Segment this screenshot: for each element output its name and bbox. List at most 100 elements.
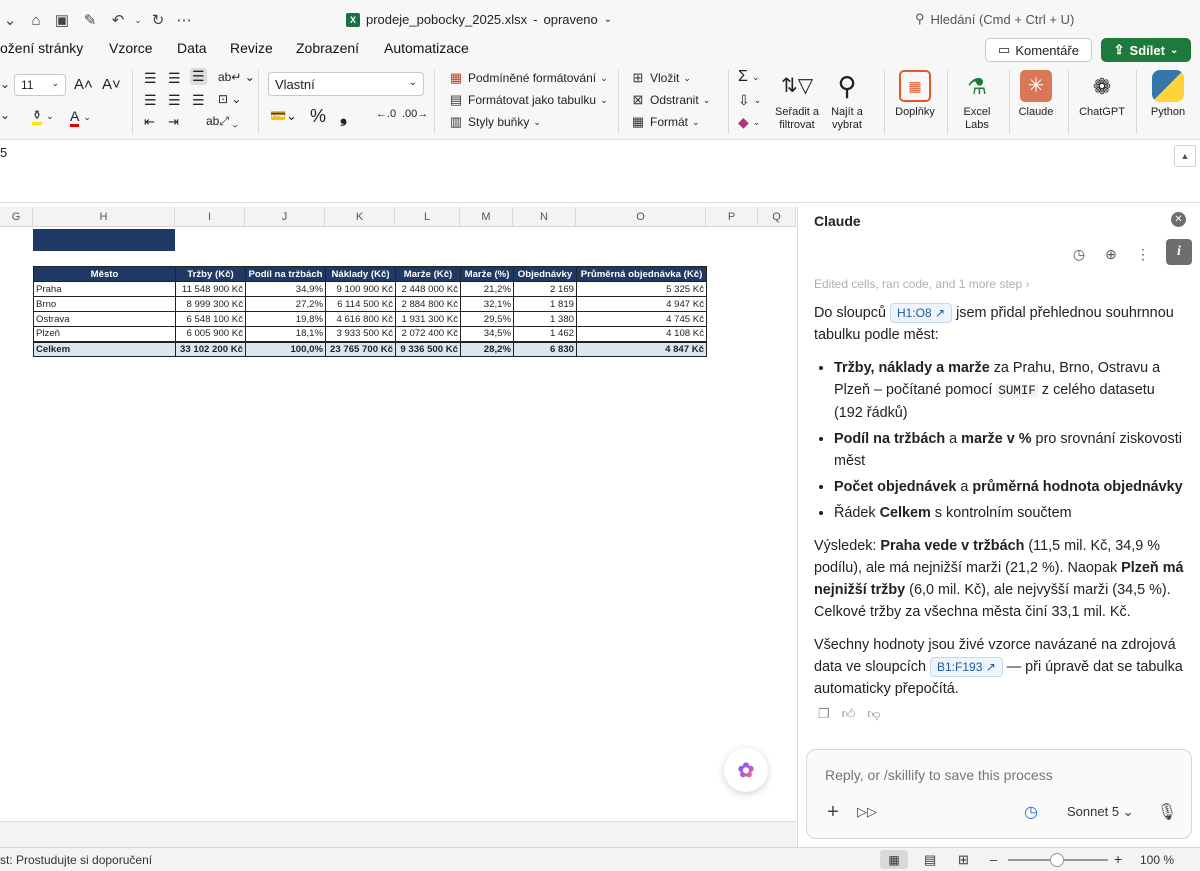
page-break-view-icon[interactable]: ⊞ xyxy=(958,852,969,868)
thumbs-up-icon[interactable]: 👍︎ xyxy=(842,706,856,722)
table-cell[interactable]: 34,5% xyxy=(460,326,514,342)
model-selector[interactable]: Sonnet 5 ⌄ xyxy=(1067,804,1134,820)
copy-icon[interactable]: ❐ xyxy=(818,706,830,722)
zoom-slider-thumb[interactable] xyxy=(1050,853,1064,867)
table-cell[interactable]: 4 947 Kč xyxy=(576,296,707,312)
reply-input[interactable] xyxy=(823,766,1153,784)
table-cell[interactable]: 11 548 900 Kč xyxy=(175,281,246,297)
skip-forward-icon[interactable]: ▷▷ xyxy=(857,802,877,822)
column-header-o[interactable]: O xyxy=(576,207,706,227)
table-cell[interactable]: Celkem xyxy=(33,340,176,357)
claude-button[interactable]: ✳ Claude xyxy=(1006,70,1066,119)
table-cell[interactable]: 19,8% xyxy=(245,311,326,327)
tab-page-layout[interactable]: ožení stránky xyxy=(0,40,83,56)
format-button[interactable]: ▦ Formát ⌄ xyxy=(630,114,700,130)
table-cell[interactable]: Plzeň xyxy=(33,326,176,342)
table-cell[interactable]: 33 102 200 Kč xyxy=(175,340,246,357)
align-center-icon[interactable]: ☰ xyxy=(168,92,181,109)
clock-icon[interactable]: ◷ xyxy=(1021,802,1041,822)
zoom-in-icon[interactable]: + xyxy=(1114,851,1122,867)
table-cell[interactable]: 9 336 500 Kč xyxy=(395,340,461,357)
table-cell[interactable]: 2 448 000 Kč xyxy=(395,281,461,297)
column-header-q[interactable]: Q xyxy=(758,207,796,227)
page-layout-view-icon[interactable]: ▤ xyxy=(924,852,936,868)
add-icon[interactable]: + xyxy=(823,801,843,823)
conditional-formatting-button[interactable]: ▦ Podmíněné formátování ⌄ xyxy=(448,70,608,86)
table-cell[interactable]: 5 325 Kč xyxy=(576,281,707,297)
save-icon[interactable]: ▣ xyxy=(52,10,72,30)
insert-button[interactable]: ⊞ Vložit ⌄ xyxy=(630,70,691,86)
more-icon[interactable]: ⋯ xyxy=(174,10,194,30)
document-title[interactable]: X prodeje_pobocky_2025.xlsx - opraveno ⌄ xyxy=(346,12,612,27)
undo-icon[interactable]: ↶ xyxy=(108,10,128,30)
table-cell[interactable]: 32,1% xyxy=(460,296,514,312)
table-cell[interactable]: 6 005 900 Kč xyxy=(175,326,246,342)
chevron-down-icon[interactable]: ⌄ xyxy=(0,108,10,122)
addins-button[interactable]: ▦ Doplňky xyxy=(885,70,945,119)
table-cell[interactable]: 4 616 800 Kč xyxy=(325,311,396,327)
column-header-i[interactable]: I xyxy=(175,207,245,227)
align-left-icon[interactable]: ☰ xyxy=(144,92,157,109)
table-header-cell[interactable]: Marže (%) xyxy=(460,266,514,282)
search-box[interactable]: ⚲ Hledání (Cmd + Ctrl + U) xyxy=(915,11,1074,27)
fill-icon[interactable]: ⇩ ⌄ xyxy=(738,92,761,109)
table-header-cell[interactable]: Město xyxy=(33,266,176,282)
table-header-cell[interactable]: Náklady (Kč) xyxy=(325,266,396,282)
increase-decimal-icon[interactable]: ←.0 xyxy=(376,108,396,120)
new-chat-icon[interactable]: ⊕ xyxy=(1102,245,1120,263)
merge-cells-icon[interactable]: ⊡ ⌄ xyxy=(218,92,241,106)
table-cell[interactable]: 4 745 Kč xyxy=(576,311,707,327)
increase-font-icon[interactable]: A˄ xyxy=(74,76,93,93)
align-bottom-icon[interactable]: ☰ xyxy=(190,68,207,85)
worksheet-grid[interactable]: G H I J K L M N O P Q Město Tržby (Kč) P… xyxy=(0,207,796,821)
table-cell[interactable]: 2 884 800 Kč xyxy=(395,296,461,312)
table-cell[interactable]: 1 462 xyxy=(513,326,577,342)
table-cell[interactable]: 1 819 xyxy=(513,296,577,312)
table-cell[interactable]: 6 114 500 Kč xyxy=(325,296,396,312)
microphone-icon[interactable]: 🎙︎ xyxy=(1157,802,1177,822)
table-cell[interactable]: 2 169 xyxy=(513,281,577,297)
table-header-cell[interactable]: Tržby (Kč) xyxy=(175,266,246,282)
zoom-slider[interactable] xyxy=(1008,853,1108,867)
table-cell[interactable]: 27,2% xyxy=(245,296,326,312)
table-cell[interactable]: 34,9% xyxy=(245,281,326,297)
column-header-j[interactable]: J xyxy=(245,207,325,227)
align-middle-icon[interactable]: ☰ xyxy=(168,70,181,87)
column-header-k[interactable]: K xyxy=(325,207,395,227)
tab-review[interactable]: Revize xyxy=(230,40,273,56)
column-header-l[interactable]: L xyxy=(395,207,460,227)
tab-view[interactable]: Zobrazení xyxy=(296,40,359,56)
chevron-up-icon[interactable]: ▲ xyxy=(1174,145,1196,167)
formula-content[interactable]: 5 xyxy=(0,145,7,160)
python-button[interactable]: Python xyxy=(1138,70,1198,119)
table-header-cell[interactable]: Podíl na tržbách xyxy=(245,266,326,282)
selected-header-cell[interactable] xyxy=(33,229,175,251)
formula-bar[interactable]: 5 ▲ xyxy=(0,141,1200,203)
comments-button[interactable]: ▭ Komentáře xyxy=(985,38,1092,62)
zoom-level[interactable]: 100 % xyxy=(1140,853,1174,867)
zoom-out-icon[interactable]: – xyxy=(990,852,997,867)
table-cell[interactable]: Ostrava xyxy=(33,311,176,327)
increase-indent-icon[interactable]: ⇥ xyxy=(168,114,179,130)
column-header-h[interactable]: H xyxy=(33,207,175,227)
percent-icon[interactable]: % xyxy=(310,106,326,127)
copilot-button[interactable]: ✿ xyxy=(724,748,768,792)
share-button[interactable]: ⇪ Sdílet ⌄ xyxy=(1101,38,1191,62)
orientation-icon[interactable]: ab⤢ ⌄ xyxy=(206,114,238,129)
range-reference-chip[interactable]: B1:F193 ↗ xyxy=(930,657,1003,677)
table-cell[interactable]: 23 765 700 Kč xyxy=(325,340,396,357)
redo-icon[interactable]: ↻ xyxy=(148,10,168,30)
tab-data[interactable]: Data xyxy=(177,40,207,56)
autosum-icon[interactable]: Σ ⌄ xyxy=(738,68,759,86)
table-cell[interactable]: 4 108 Kč xyxy=(576,326,707,342)
table-cell[interactable]: 100,0% xyxy=(245,340,326,357)
excel-labs-button[interactable]: ⚗ Excel Labs xyxy=(947,70,1007,132)
table-cell[interactable]: 2 072 400 Kč xyxy=(395,326,461,342)
accounting-format-icon[interactable]: 💳⌄ xyxy=(270,108,297,124)
chatgpt-button[interactable]: ❁ ChatGPT xyxy=(1072,70,1132,119)
table-cell[interactable]: 1 931 300 Kč xyxy=(395,311,461,327)
fill-color-icon[interactable]: ⚱ ⌄ xyxy=(32,108,54,125)
comma-style-icon[interactable]: ❟ xyxy=(340,106,347,127)
table-cell[interactable]: 6 830 xyxy=(513,340,577,357)
table-cell[interactable]: 18,1% xyxy=(245,326,326,342)
